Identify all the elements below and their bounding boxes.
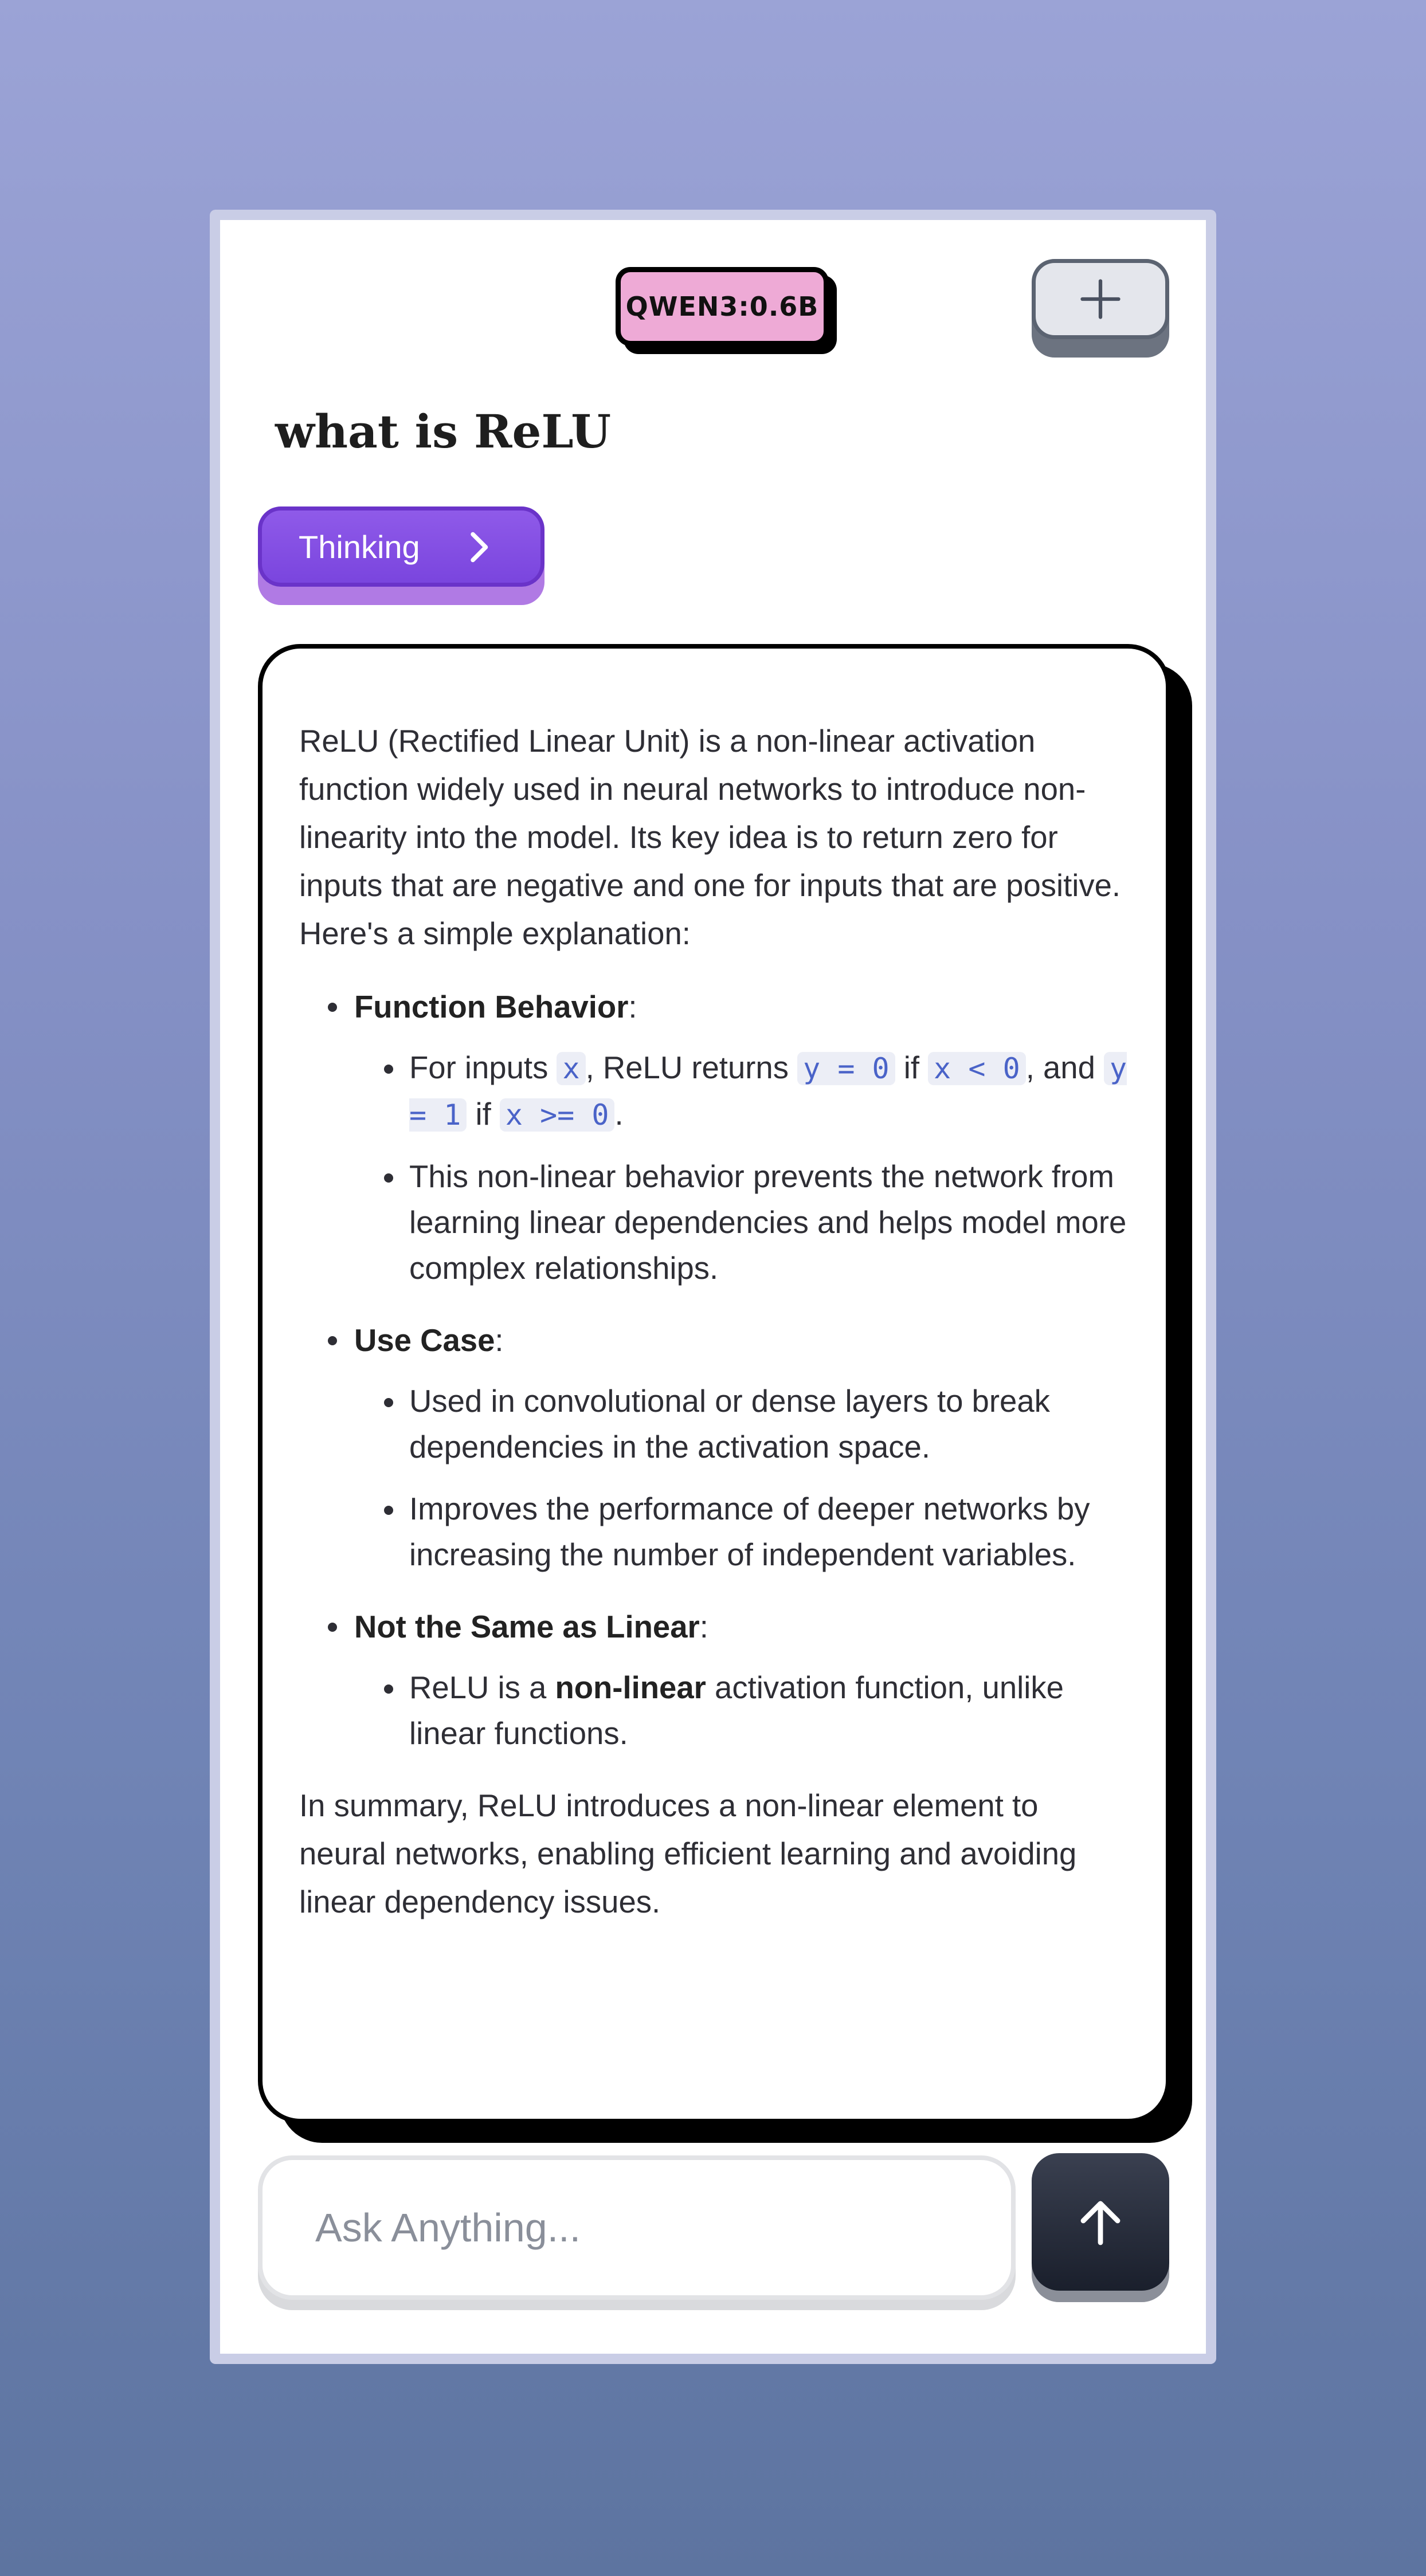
section-heading: Use Case bbox=[354, 1323, 495, 1358]
thinking-label: Thinking bbox=[299, 528, 420, 565]
text-span: . bbox=[614, 1097, 624, 1132]
new-chat-button[interactable] bbox=[1032, 259, 1169, 339]
text-span: , ReLU returns bbox=[585, 1050, 798, 1085]
answer-summary: In summary, ReLU introduces a non-linear… bbox=[299, 1788, 1077, 1919]
text-span: if bbox=[895, 1050, 929, 1085]
chevron-right-icon bbox=[471, 532, 488, 563]
model-label: QWEN3:0.6B bbox=[625, 291, 819, 322]
send-button[interactable] bbox=[1032, 2153, 1169, 2291]
heading-colon: : bbox=[628, 989, 637, 1024]
message-composer bbox=[258, 2155, 1016, 2300]
list-item: This non-linear behavior prevents the ne… bbox=[354, 1154, 1130, 1291]
plus-icon bbox=[1080, 279, 1121, 319]
answer-intro: ReLU (Rectified Linear Unit) is a non-li… bbox=[299, 724, 1121, 951]
thinking-toggle-button[interactable]: Thinking bbox=[258, 506, 544, 587]
assistant-answer: ReLU (Rectified Linear Unit) is a non-li… bbox=[258, 644, 1170, 2123]
message-input[interactable] bbox=[315, 2205, 1011, 2251]
model-badge[interactable]: QWEN3:0.6B bbox=[616, 267, 829, 346]
inline-code: x < 0 bbox=[928, 1052, 1026, 1085]
list-item: Use Case: Used in convolutional or dense… bbox=[299, 1317, 1130, 1578]
inline-code: x >= 0 bbox=[499, 1098, 615, 1132]
list-item: ReLU is a non-linear activation function… bbox=[354, 1665, 1130, 1757]
bold-text: non-linear bbox=[555, 1670, 706, 1705]
arrow-up-icon bbox=[1080, 2201, 1121, 2245]
list-item: Used in convolutional or dense layers to… bbox=[354, 1379, 1130, 1470]
user-question: what is ReLU bbox=[275, 405, 611, 458]
answer-list: Function Behavior: For inputs x, ReLU re… bbox=[299, 983, 1130, 1757]
text-span: For inputs bbox=[409, 1050, 557, 1085]
heading-colon: : bbox=[699, 1609, 708, 1644]
text-span: , and bbox=[1025, 1050, 1104, 1085]
heading-colon: : bbox=[495, 1323, 504, 1358]
section-heading: Function Behavior bbox=[354, 989, 629, 1024]
list-item: For inputs x, ReLU returns y = 0 if x < … bbox=[354, 1045, 1130, 1138]
list-item: Improves the performance of deeper netwo… bbox=[354, 1486, 1130, 1578]
text-span: ReLU is a bbox=[409, 1670, 555, 1705]
inline-code: x bbox=[557, 1052, 586, 1085]
list-item: Function Behavior: For inputs x, ReLU re… bbox=[299, 983, 1130, 1291]
inline-code: y = 0 bbox=[797, 1052, 895, 1085]
list-item: Not the Same as Linear: ReLU is a non-li… bbox=[299, 1603, 1130, 1757]
text-span: if bbox=[467, 1097, 500, 1132]
chat-window: QWEN3:0.6B what is ReLU Thinking ReLU (R… bbox=[210, 210, 1216, 2364]
section-heading: Not the Same as Linear bbox=[354, 1609, 700, 1644]
